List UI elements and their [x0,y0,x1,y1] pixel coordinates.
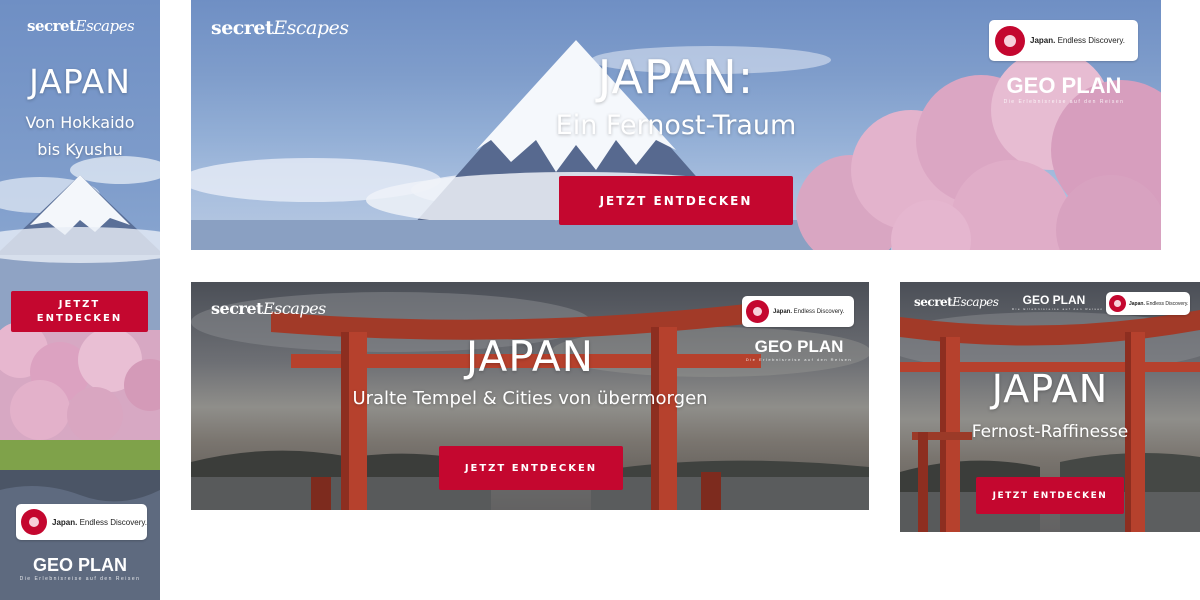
cta-label-line1: JETZT [58,298,101,310]
secret-escapes-logo: secretEscapes [27,17,135,35]
geoplan-logo: GEO PLAN Die Erlebnisreise auf den Reise… [745,337,853,362]
rectangle-title: JAPAN [991,367,1109,411]
cherry-blossom-icon [995,25,1025,56]
secret-escapes-logo: secretEscapes [914,295,999,309]
geoplan-logo: GEO PLAN Die Erlebnisreise auf den Reise… [1012,293,1104,311]
japan-endless-discovery-badge: Japan. Endless Discovery. [16,504,147,540]
leaderboard-cta-button[interactable]: JETZT ENTDECKEN [559,176,793,225]
skyscraper-title: JAPAN [29,62,131,101]
cherry-blossom-icon [21,509,47,535]
geoplan-logo: GEO PLAN Die Erlebnisreise auf den Reise… [19,555,141,582]
wide-cta-button[interactable]: JETZT ENTDECKEN [439,446,623,490]
geoplan-logo: GEO PLAN Die Erlebnisreise auf den Reise… [1003,73,1125,105]
skyscraper-subtitle-line1: Von Hokkaido [25,113,135,132]
skyscraper-subtitle-line2: bis Kyushu [37,140,123,159]
rectangle-banner[interactable]: secretEscapes GEO PLAN Die Erlebnisreise… [900,282,1200,532]
secret-escapes-logo: secretEscapes [211,299,326,318]
cherry-blossom-icon [1109,295,1126,312]
japan-endless-discovery-badge: Japan. Endless Discovery. [742,296,854,327]
skyscraper-cta-button[interactable]: JETZT ENTDECKEN [11,291,148,332]
skyscraper-banner[interactable]: secretEscapes JAPAN Von Hokkaido bis Kyu… [0,0,160,600]
leaderboard-subtitle: Ein Fernost-Traum [555,110,797,141]
cta-label-line2: ENTDECKEN [36,312,123,324]
japan-endless-discovery-badge: Japan. Endless Discovery. [989,20,1138,61]
leaderboard-banner[interactable]: secretEscapes JAPAN: Ein Fernost-Traum J… [191,0,1161,250]
rectangle-subtitle: Fernost-Raffinesse [971,422,1129,442]
cherry-blossom-icon [746,300,769,323]
wide-banner[interactable]: secretEscapes JAPAN Uralte Tempel & Citi… [191,282,869,510]
rectangle-cta-button[interactable]: JETZT ENTDECKEN [976,477,1124,514]
secret-escapes-logo: secretEscapes [211,17,349,39]
wide-subtitle: Uralte Tempel & Cities von übermorgen [352,388,708,409]
japan-endless-discovery-badge: Japan. Endless Discovery. [1106,292,1190,315]
